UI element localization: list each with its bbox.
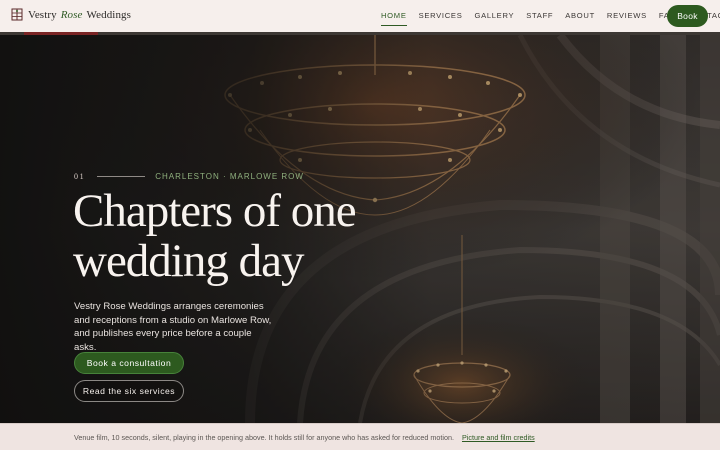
nav-item-staff[interactable]: STAFF: [526, 0, 553, 32]
header-divider: [0, 32, 720, 35]
media-caption: Venue film, 10 seconds, silent, playing …: [74, 433, 535, 442]
book-consultation-button[interactable]: Book a consultation: [74, 352, 184, 374]
eyebrow-divider: [97, 176, 146, 177]
location-label: CHARLESTON · MARLOWE ROW: [155, 172, 304, 181]
book-button[interactable]: Book: [667, 5, 708, 27]
nav-item-home[interactable]: HOME: [381, 0, 407, 32]
site-header: Vestry Rose Weddings HOME SERVICES GALLERY…: [0, 0, 720, 32]
brand-name: Vestry Rose Weddings: [28, 9, 131, 21]
crest-icon: [11, 8, 23, 21]
hero-title-line1: Chapters of one: [73, 185, 357, 237]
nav-item-gallery[interactable]: GALLERY: [474, 0, 514, 32]
read-services-button[interactable]: Read the six services: [74, 380, 184, 402]
brand-logo[interactable]: Vestry Rose Weddings: [11, 8, 131, 21]
brand-name-part3: Weddings: [86, 8, 132, 21]
credits-link[interactable]: Picture and film credits: [462, 433, 535, 442]
section-index: 01: [74, 172, 86, 181]
nav-item-about[interactable]: ABOUT: [565, 0, 595, 32]
media-caption-text: Venue film, 10 seconds, silent, playing …: [74, 433, 454, 442]
hero-eyebrow: 01 CHARLESTON · MARLOWE ROW: [74, 172, 304, 181]
nav-item-reviews[interactable]: REVIEWS: [607, 0, 647, 32]
media-caption-bar: Venue film, 10 seconds, silent, playing …: [0, 423, 720, 450]
brand-name-part1: Vestry: [28, 8, 57, 21]
active-section-indicator: [24, 32, 98, 35]
brand-name-part2: Rose: [60, 8, 83, 21]
hero-description: Vestry Rose Weddings arranges ceremonies…: [74, 301, 272, 353]
hero-title-line2: wedding day: [73, 235, 304, 287]
hero-section: 01 CHARLESTON · MARLOWE ROW Chapters of …: [0, 35, 720, 423]
hero-title: Chapters of one wedding day: [73, 186, 433, 286]
nav-item-services[interactable]: SERVICES: [419, 0, 463, 32]
